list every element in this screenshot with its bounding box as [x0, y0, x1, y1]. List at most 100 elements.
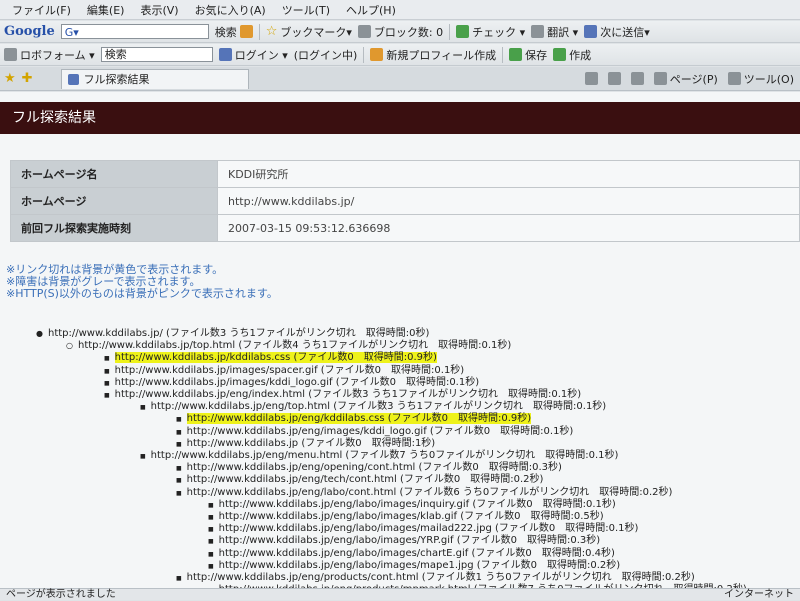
- send-icon: [584, 25, 598, 38]
- page-menu-label: ページ(P): [669, 72, 718, 86]
- menu-view[interactable]: 表示(V): [132, 2, 186, 18]
- bullet-icon: ○: [66, 341, 73, 351]
- google-search-button[interactable]: 検索: [215, 24, 253, 40]
- bullet-icon: ●: [36, 329, 43, 338]
- popup-block-icon: [357, 25, 371, 38]
- menu-favorites[interactable]: お気に入り(A): [187, 2, 274, 18]
- bullet-icon: ■: [208, 550, 214, 558]
- tree-link-text[interactable]: http://www.kddilabs.jp/eng/index.html (フ…: [115, 389, 582, 400]
- list-item[interactable]: ■ http://www.kddilabs.jp (ファイル数0 取得時間:1秒): [176, 438, 435, 451]
- status-text: ページが表示されました: [6, 589, 116, 600]
- bullet-icon: ■: [104, 355, 110, 363]
- list-item[interactable]: ○ http://www.kddilabs.jp/top.html (ファイル数4…: [66, 340, 511, 352]
- tree-link-text[interactable]: http://www.kddilabs.jp/eng/labo/images/Y…: [219, 535, 600, 546]
- tree-link-text[interactable]: http://www.kddilabs.jp/eng/menu.html (ファ…: [151, 450, 619, 461]
- tree-link-text[interactable]: http://www.kddilabs.jp/eng/labo/images/i…: [219, 499, 616, 510]
- list-item[interactable]: ■ http://www.kddilabs.jp/eng/images/kddi_…: [176, 426, 573, 439]
- print-button[interactable]: [630, 72, 644, 85]
- feeds-button[interactable]: [607, 72, 621, 85]
- page-menu-button[interactable]: ページ(P): [653, 71, 718, 87]
- bookmark-button[interactable]: ☆ ブックマーク▾: [266, 24, 352, 40]
- feed-icon: [607, 72, 621, 85]
- gear-icon: [727, 72, 741, 85]
- tree-link-text[interactable]: http://www.kddilabs.jp/eng/kddilabs.css …: [186, 413, 532, 425]
- link-tree: ● http://www.kddilabs.jp/ (ファイル数3 うち1ファイル…: [0, 92, 800, 588]
- list-item[interactable]: ● http://www.kddilabs.jp/ (ファイル数3 うち1ファイル…: [36, 328, 429, 340]
- list-item[interactable]: ■ http://www.kddilabs.jp/images/kddi_logo…: [104, 377, 479, 390]
- menu-help[interactable]: ヘルプ(H): [338, 2, 404, 18]
- bullet-icon: ■: [208, 514, 214, 521]
- list-item[interactable]: ■ http://www.kddilabs.jp/eng/labo/images/…: [208, 535, 600, 548]
- save-button[interactable]: 保存: [509, 47, 547, 63]
- bullet-icon: ■: [176, 465, 182, 473]
- favorites-star-icon[interactable]: ★: [4, 72, 16, 85]
- tools-menu-button[interactable]: ツール(O): [727, 71, 794, 87]
- tree-link-text[interactable]: http://www.kddilabs.jp/eng/labo/cont.htm…: [187, 487, 673, 498]
- logged-in-label: (ログイン中): [293, 48, 358, 62]
- separator: [502, 46, 504, 63]
- spellcheck-icon: [456, 25, 470, 38]
- add-favorites-icon[interactable]: ✚: [22, 72, 33, 85]
- tree-link-text[interactable]: http://www.kddilabs.jp/eng/products/cont…: [187, 572, 695, 583]
- send-to-button[interactable]: 次に送信▾: [584, 24, 650, 40]
- roboform-label: ロボフォーム ▾: [20, 48, 95, 62]
- new-profile-button[interactable]: 新規プロフィール作成: [370, 47, 496, 63]
- list-item[interactable]: ■ http://www.kddilabs.jp/eng/labo/images/…: [208, 548, 615, 561]
- roboform-search-box[interactable]: 検索: [100, 47, 213, 62]
- menu-edit[interactable]: 編集(E): [79, 2, 133, 18]
- command-bar: ページ(P) ツール(O): [584, 71, 800, 87]
- tree-link-text[interactable]: http://www.kddilabs.jp/eng/labo/images/k…: [219, 511, 604, 522]
- tree-link-text[interactable]: http://www.kddilabs.jp/eng/labo/images/m…: [219, 560, 621, 571]
- bullet-icon: ■: [208, 501, 214, 509]
- tab-full-search-result[interactable]: フル探索結果: [60, 68, 249, 89]
- list-item[interactable]: ■ http://www.kddilabs.jp/eng/labo/images/…: [208, 560, 620, 573]
- google-search-box[interactable]: G▾: [60, 24, 209, 39]
- bullet-icon: ■: [208, 526, 214, 534]
- check-label: チェック ▾: [472, 25, 526, 39]
- google-logo: Google: [4, 24, 55, 39]
- zone-indicator: インターネット: [724, 589, 794, 600]
- list-item[interactable]: ■ http://www.kddilabs.jp/eng/tech/cont.ht…: [176, 474, 543, 487]
- tree-link-text[interactable]: http://www.kddilabs.jp/kddilabs.css (ファイ…: [114, 352, 437, 364]
- list-item[interactable]: ■ http://www.kddilabs.jp/eng/labo/images/…: [208, 499, 616, 512]
- tree-link-text[interactable]: http://www.kddilabs.jp/eng/labo/images/c…: [219, 548, 615, 559]
- popup-blocker-button[interactable]: ブロック数: 0: [357, 24, 443, 40]
- tree-link-text[interactable]: http://www.kddilabs.jp/images/spacer.gif…: [115, 365, 465, 376]
- tree-link-text[interactable]: http://www.kddilabs.jp/ (ファイル数3 うち1ファイルが…: [48, 328, 429, 339]
- translate-label: 翻訳 ▾: [547, 25, 579, 39]
- separator: [363, 46, 365, 63]
- tree-link-text[interactable]: http://www.kddilabs.jp/top.html (ファイル数4 …: [78, 340, 511, 351]
- logged-in-button[interactable]: (ログイン中): [294, 47, 358, 63]
- tree-link-text[interactable]: http://www.kddilabs.jp/images/kddi_logo.…: [115, 377, 479, 388]
- translate-button[interactable]: 翻訳 ▾: [531, 24, 578, 40]
- bullet-icon: ■: [208, 538, 214, 546]
- separator: [449, 23, 451, 40]
- tree-link-text[interactable]: http://www.kddilabs.jp/eng/labo/images/m…: [219, 523, 639, 534]
- list-item[interactable]: ■ http://www.kddilabs.jp/eng/labo/cont.ht…: [176, 487, 672, 500]
- bullet-icon: ■: [104, 392, 110, 399]
- roboform-menu-button[interactable]: ロボフォーム ▾: [4, 47, 95, 63]
- list-item[interactable]: ■ http://www.kddilabs.jp/kddilabs.css (ファ…: [104, 352, 437, 365]
- home-button[interactable]: [584, 72, 598, 85]
- login-button[interactable]: ログイン ▾: [218, 47, 288, 63]
- tree-link-text[interactable]: http://www.kddilabs.jp/eng/images/kddi_l…: [187, 426, 574, 437]
- create-button[interactable]: 作成: [553, 47, 591, 63]
- bookmark-label: ブックマーク▾: [280, 25, 352, 39]
- bullet-icon: ■: [140, 453, 146, 460]
- star-icon: ☆: [265, 24, 278, 39]
- bullet-icon: ■: [176, 489, 182, 497]
- menu-file[interactable]: ファイル(F): [4, 2, 79, 18]
- menu-tools[interactable]: ツール(T): [274, 2, 338, 18]
- tree-link-text[interactable]: http://www.kddilabs.jp/eng/opening/cont.…: [187, 462, 562, 473]
- bullet-icon: ■: [176, 428, 182, 436]
- list-item[interactable]: ■ http://www.kddilabs.jp/eng/kddilabs.css…: [176, 413, 532, 426]
- tree-link-text[interactable]: http://www.kddilabs.jp (ファイル数0 取得時間:1秒): [187, 438, 436, 449]
- login-icon: [218, 48, 232, 61]
- list-item[interactable]: ■ http://www.kddilabs.jp/images/spacer.gi…: [104, 365, 464, 378]
- tree-link-text[interactable]: http://www.kddilabs.jp/eng/top.html (ファイ…: [151, 401, 607, 412]
- tree-link-text[interactable]: http://www.kddilabs.jp/eng/tech/cont.htm…: [187, 474, 544, 485]
- create-icon: [553, 48, 567, 61]
- status-bar: ページが表示されました インターネット: [0, 588, 800, 600]
- separator: [258, 23, 260, 40]
- check-button[interactable]: チェック ▾: [456, 24, 525, 40]
